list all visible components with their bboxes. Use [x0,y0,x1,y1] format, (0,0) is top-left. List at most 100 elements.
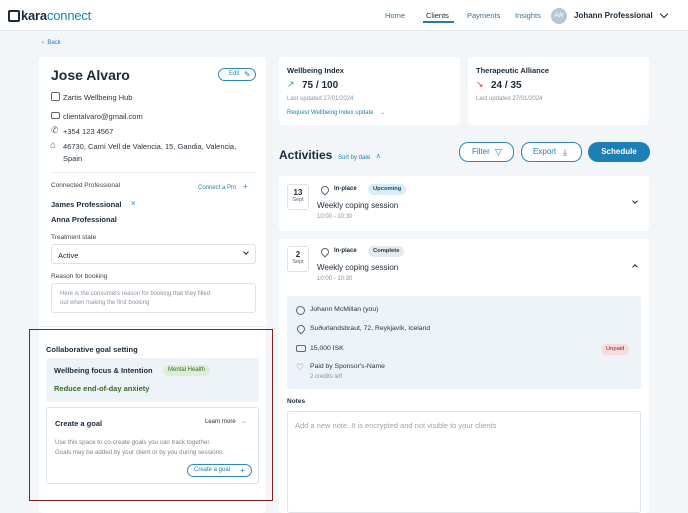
client-name: Jose Alvaro [51,67,130,83]
export-label: Export [533,147,557,156]
home-icon: ⌂ [50,140,57,151]
activity-1-title: Weekly coping session [317,201,399,210]
mental-health-tag: Mental Health [163,365,211,376]
create-goal-desc-line2: Goals may be added by your client or by … [55,449,224,456]
learn-more-link[interactable]: Learn more → [205,419,246,425]
divider [51,172,256,173]
activity-1-status-badge: Upcoming [368,184,407,195]
create-goal-desc-line1: Use this space to co-create goals you ca… [55,439,211,446]
client-organisation: Zartis Wellbeing Hub [63,93,133,102]
connect-a-pro-link[interactable]: Connect a Pro + [198,182,248,191]
chevron-down-icon [243,249,249,255]
client-phone[interactable]: +354 123 4567 [63,127,113,136]
credit-card-icon [296,345,306,352]
export-button[interactable]: Export ⤓ [521,142,582,162]
activities-title: Activities [279,148,333,162]
schedule-button[interactable]: Schedule [588,142,650,162]
karaconnect-logo[interactable]: karaconnect [8,8,91,23]
reason-for-booking-field[interactable]: Here is the consumers reason for booking… [51,283,256,313]
mail-icon [51,112,60,119]
activity-1-month: Sept [292,197,304,203]
nav-active-indicator [423,21,454,23]
therapeutic-alliance-title: Therapeutic Alliance [476,66,550,75]
nav-insights[interactable]: Insights [515,11,541,20]
wellbeing-index-score: 75 / 100 [302,80,339,91]
activity-2-time: 10:00 - 10:30 [317,276,353,282]
create-goal-card: Create a goal Learn more → Use this spac… [46,407,259,484]
activity-2-price: 15,000 ISK [310,345,344,352]
trend-down-icon: ↘ [476,79,484,89]
client-address-line1: 46730, Camí Vell de Valencia, 15, Gandia… [63,142,237,151]
download-icon: ⤓ [563,147,567,157]
activity-2-credits: 2 credits left [310,374,343,380]
reason-placeholder-line1: Here is the consumers reason for booking… [60,291,211,297]
filter-funnel-icon: ▽ [495,147,502,157]
activity-1-date: 13 Sept [287,184,309,210]
trend-up-icon: ↗ [287,79,295,89]
user-avatar[interactable]: AW [551,8,567,24]
activity-2-date: 2 Sept [287,246,309,272]
user-name[interactable]: Johann Professional [574,11,653,20]
wellbeing-index-title: Wellbeing Index [287,66,344,75]
logo-suffix-text: connect [46,8,92,23]
edit-label: Edit [229,71,240,77]
wellbeing-focus-title: Wellbeing focus & Intention [54,366,153,375]
nav-home[interactable]: Home [385,11,405,20]
activity-2-sponsor: Paid by Sponsor's-Name [310,363,385,370]
nav-payments[interactable]: Payments [467,11,500,20]
wellbeing-focus-text: Reduce end-of-day anxiety [54,384,150,393]
nav-clients[interactable]: Clients [426,11,449,20]
connected-pro-anna: Anna Professional [51,215,117,224]
activity-2-title: Weekly coping session [317,263,399,272]
treatment-state-label: Treatment state [51,234,97,241]
activity-1-mode: In-place [334,186,357,192]
chevron-up-icon: ˄ [376,152,381,161]
plus-icon: + [243,182,248,191]
person-icon [296,306,305,315]
plus-icon: + [240,466,245,475]
back-label: Back [47,40,61,46]
client-address-line2: Spain [63,154,83,163]
treatment-state-select[interactable]: Active [51,244,256,264]
learn-more-label: Learn more [205,419,236,425]
connected-professional-label: Connected Professional [51,182,121,189]
pencil-icon: ✎ [244,70,251,79]
client-email[interactable]: clientalvaro@gmail.com [63,112,143,121]
create-goal-button-label: Create a goal [194,467,231,473]
create-goal-button[interactable]: Create a goal + [187,464,252,477]
request-wellbeing-update-link[interactable]: Request Wellbeing Index update → [287,110,385,116]
filter-button[interactable]: Filter ▽ [459,142,514,162]
activity-2-mode: In-place [334,248,357,254]
back-link[interactable]: ‹ Back [42,40,61,46]
connect-a-pro-label: Connect a Pro [198,185,237,191]
request-wellbeing-label: Request Wellbeing Index update [287,110,374,116]
filter-label: Filter [472,147,490,156]
wellbeing-index-updated: Last updated 27/01/2024 [287,96,354,102]
logo-brand-text: kara [21,8,47,23]
payment-status-badge: Unpaid [601,344,630,355]
arrow-right-icon: → [379,110,386,116]
therapeutic-alliance-score: 24 / 35 [491,80,522,91]
notes-label: Notes [287,398,306,405]
notes-placeholder: Add a new note. It is encrypted and not … [295,421,497,430]
connected-pro-james: James Professional [51,200,122,209]
arrow-right-icon: → [240,419,247,425]
sort-by-date-toggle[interactable]: Sort by date ˄ [338,152,381,161]
treatment-state-value: Active [58,251,79,260]
activity-2-month: Sept [292,259,304,265]
notes-textarea[interactable]: Add a new note. It is encrypted and not … [287,411,641,513]
edit-client-button[interactable]: Edit ✎ [218,68,256,81]
create-goal-title: Create a goal [55,419,103,428]
activity-2-person: Johann McMillan (you) [310,306,379,313]
reason-placeholder-line2: out when making the first booking [60,300,150,306]
logo-mark-icon [8,10,20,22]
building-icon [51,92,60,101]
reason-for-booking-label: Reason for booking [51,273,108,280]
remove-pro-close-icon[interactable]: × [131,199,136,208]
goal-setting-title: Collaborative goal setting [46,345,138,354]
activity-2-day: 2 [295,250,301,259]
divider [39,326,266,327]
therapeutic-alliance-updated: Last updated 27/01/2024 [476,96,543,102]
sponsor-badge-icon: ♡ [296,362,305,372]
activity-1-day: 13 [293,188,303,197]
